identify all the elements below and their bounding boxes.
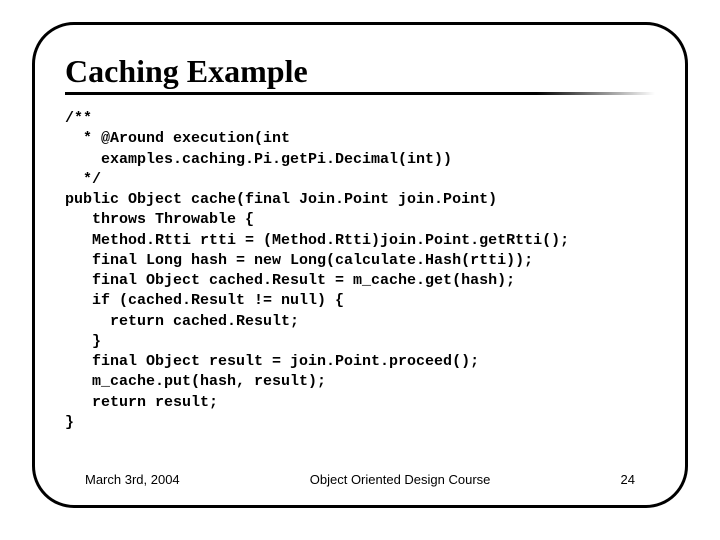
title-underline bbox=[65, 92, 655, 95]
slide-title: Caching Example bbox=[65, 53, 655, 90]
footer-date: March 3rd, 2004 bbox=[85, 472, 180, 487]
footer-page-number: 24 bbox=[621, 472, 635, 487]
slide-frame: Caching Example /** * @Around execution(… bbox=[32, 22, 688, 508]
slide-footer: March 3rd, 2004 Object Oriented Design C… bbox=[65, 472, 655, 487]
footer-course: Object Oriented Design Course bbox=[180, 472, 621, 487]
code-block: /** * @Around execution(int examples.cac… bbox=[65, 109, 655, 466]
